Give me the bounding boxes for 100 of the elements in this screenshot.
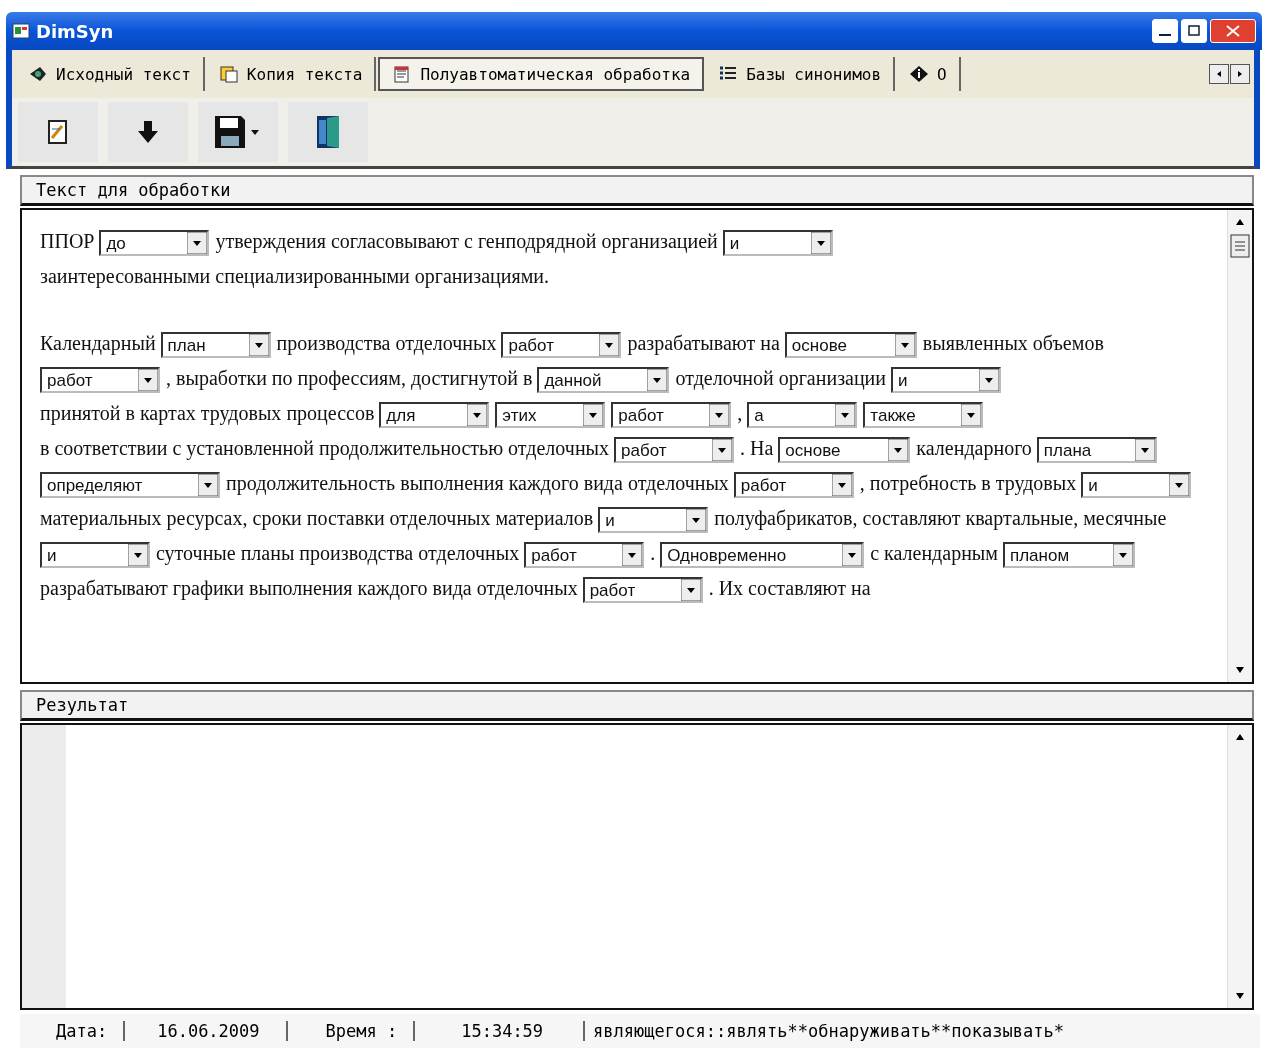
minimize-icon <box>1159 33 1171 37</box>
text-word: отделочных <box>395 332 497 354</box>
word-dropdown[interactable]: определяют <box>40 472 220 499</box>
word-dropdown[interactable]: основе <box>784 332 917 359</box>
dropdown-arrow-icon <box>894 334 915 357</box>
word-dropdown[interactable]: также <box>863 402 984 429</box>
edit-button[interactable] <box>18 102 98 162</box>
tab[interactable]: Базы синонимов <box>706 57 896 91</box>
status-text: являющегося::являть**обнаруживать**показывать* <box>592 1021 1065 1041</box>
dropdown-arrow-icon <box>467 404 488 427</box>
dropdown-arrow-icon <box>888 439 909 462</box>
dropdown-arrow-icon <box>810 232 831 255</box>
info-icon <box>909 65 930 83</box>
dropdown-arrow-icon <box>961 404 982 427</box>
diamond-icon <box>28 65 48 83</box>
close-button[interactable] <box>1210 19 1256 43</box>
text-word: утверждения <box>215 230 326 252</box>
text-word: ППОР <box>40 230 95 252</box>
word-dropdown[interactable]: и <box>598 507 709 534</box>
panel-header: Результат <box>20 690 1254 721</box>
text-word: специализированными <box>215 265 410 287</box>
text-word: выявленных <box>922 332 1028 354</box>
word-dropdown[interactable]: и <box>722 230 833 257</box>
status-text: Время : <box>287 1021 416 1041</box>
word-dropdown[interactable]: работ <box>614 437 735 464</box>
down-arrow-button[interactable] <box>108 102 188 162</box>
tab[interactable]: Копия текста <box>206 57 377 91</box>
text-word: вида <box>432 577 472 599</box>
dropdown-arrow-icon <box>583 404 604 427</box>
text-word: материалов <box>495 507 594 529</box>
text-word: планы <box>240 542 295 564</box>
text-word: , <box>737 402 743 424</box>
word-dropdown[interactable]: работ <box>582 577 703 604</box>
text-word: материальных <box>40 507 162 529</box>
text-word: соответствии <box>54 437 168 459</box>
word-dropdown[interactable]: Одновременно <box>660 542 865 569</box>
text-word: организации <box>778 367 887 389</box>
dropdown-arrow-icon <box>680 579 701 602</box>
tab[interactable]: О <box>897 57 961 91</box>
text-word: производства <box>276 332 391 354</box>
status-text: 16.06.2009 <box>125 1021 288 1041</box>
word-dropdown[interactable]: работ <box>611 402 732 429</box>
text-word: Календарный <box>40 332 156 354</box>
word-dropdown[interactable]: а <box>747 402 858 429</box>
scroll-right-button[interactable] <box>1230 64 1250 84</box>
text-word: . <box>708 577 714 599</box>
text-word: достигнутой <box>410 367 518 389</box>
word-dropdown[interactable]: для <box>379 402 490 429</box>
text-word: с <box>464 230 473 252</box>
text-word: в <box>125 402 135 424</box>
word-dropdown[interactable]: данной <box>537 367 670 394</box>
dropdown-arrow-icon <box>709 404 730 427</box>
dropdown-arrow-icon <box>1134 439 1155 462</box>
word-dropdown[interactable]: работ <box>733 472 854 499</box>
status-text: Дата: <box>20 1021 126 1041</box>
word-dropdown[interactable]: и <box>891 367 1002 394</box>
scroll-thumb[interactable] <box>1230 234 1250 258</box>
text-word: отделочных <box>418 542 520 564</box>
text-word: с <box>870 542 880 564</box>
word-dropdown[interactable]: планом <box>1002 542 1135 569</box>
word-dropdown[interactable]: плана <box>1036 437 1157 464</box>
text-word: организацией <box>601 230 718 252</box>
text-word: с <box>172 437 182 459</box>
word-dropdown[interactable]: и <box>40 542 150 569</box>
scroll-left-button[interactable] <box>1209 64 1229 84</box>
text-word: На <box>750 437 774 459</box>
text-word: , <box>166 367 171 389</box>
tab[interactable]: Полуавтоматическая обработка <box>378 57 705 91</box>
text-word: выполнения <box>249 577 353 599</box>
window-title: DimSyn <box>36 20 114 42</box>
text-word: вида <box>583 472 623 494</box>
text-word: в <box>981 472 991 494</box>
scrollbar[interactable] <box>1227 210 1252 682</box>
save-button[interactable] <box>198 102 278 162</box>
word-dropdown[interactable]: план <box>160 332 271 359</box>
text-word: отделочных <box>508 437 610 459</box>
word-dropdown[interactable]: работ <box>501 332 622 359</box>
dropdown-arrow-icon <box>835 404 856 427</box>
word-dropdown[interactable]: этих <box>495 402 606 429</box>
dropdown-arrow-icon <box>647 369 668 392</box>
word-dropdown[interactable]: работ <box>40 367 160 394</box>
text-word: каждого <box>508 472 579 494</box>
minimize-button[interactable] <box>1152 19 1178 43</box>
word-dropdown[interactable]: работ <box>524 542 645 569</box>
tab[interactable]: Исходный текст <box>16 57 205 91</box>
text-word: потребность <box>869 472 977 494</box>
text-word: , <box>859 472 865 494</box>
maximize-button[interactable] <box>1181 19 1207 43</box>
text-word: трудовых <box>200 402 282 424</box>
text-word: по <box>271 367 293 389</box>
text-word: разрабатывают <box>40 577 168 599</box>
text-word: процессов <box>286 402 375 424</box>
scrollbar[interactable] <box>1227 725 1252 1008</box>
dropdown-arrow-icon <box>712 439 733 462</box>
word-dropdown[interactable]: основе <box>778 437 911 464</box>
word-dropdown[interactable]: и <box>1081 472 1192 499</box>
text-word: на <box>760 332 780 354</box>
word-dropdown[interactable]: до <box>99 230 210 257</box>
right-triangle-icon <box>1236 70 1244 78</box>
exit-button[interactable] <box>288 102 368 162</box>
